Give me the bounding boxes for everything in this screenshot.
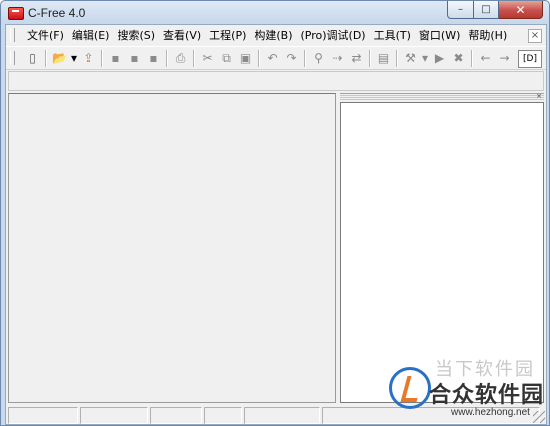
open-dropdown-icon[interactable]: ▾ bbox=[70, 50, 78, 67]
close-button[interactable]: ✕ bbox=[499, 1, 543, 19]
window-title: C-Free 4.0 bbox=[28, 6, 86, 20]
redo-icon[interactable]: ↷ bbox=[283, 50, 300, 67]
dock-toggle-button[interactable]: [D] bbox=[518, 50, 542, 68]
status-cell bbox=[150, 407, 202, 424]
toolbar: ▯ 📂 ▾ ⇪ ▪ ▪ ▪ ⎙ ✂ ⧉ ▣ ↶ ↷ ⚲ ⇢ ⇄ ▤ ⚒ ▾ ▶ … bbox=[6, 46, 546, 70]
toolbar-separator bbox=[396, 49, 398, 67]
editor-area[interactable] bbox=[8, 93, 336, 403]
back-arrow-icon[interactable]: ← bbox=[477, 50, 494, 67]
tab-strip bbox=[8, 71, 544, 91]
menu-file[interactable]: 文件(F) bbox=[23, 27, 68, 43]
size-grip[interactable] bbox=[533, 411, 545, 423]
menu-edit[interactable]: 编辑(E) bbox=[68, 27, 114, 43]
print-icon[interactable]: ⎙ bbox=[172, 50, 189, 67]
menu-project[interactable]: 工程(P) bbox=[205, 27, 250, 43]
window-controls: – □ ✕ bbox=[447, 1, 543, 19]
right-panel-close-icon[interactable]: × bbox=[536, 93, 542, 100]
save-as-icon[interactable]: ▪ bbox=[145, 50, 162, 67]
toolbar-separator bbox=[258, 49, 260, 67]
app-window: C-Free 4.0 – □ ✕ 文件(F) 编辑(E) 搜索(S) 查看(V)… bbox=[0, 0, 550, 426]
menu-window[interactable]: 窗口(W) bbox=[415, 27, 464, 43]
new-file-icon[interactable]: ▯ bbox=[24, 50, 41, 67]
minimize-button[interactable]: – bbox=[447, 1, 474, 19]
menu-tools[interactable]: 工具(T) bbox=[370, 27, 415, 43]
build-dropdown-icon[interactable]: ▾ bbox=[421, 50, 429, 67]
menu-build[interactable]: 构建(B) bbox=[250, 27, 296, 43]
paste-icon[interactable]: ▣ bbox=[237, 50, 254, 67]
right-panel[interactable] bbox=[340, 102, 544, 403]
find-next-icon[interactable]: ⇢ bbox=[329, 50, 346, 67]
menu-bar: 文件(F) 编辑(E) 搜索(S) 查看(V) 工程(P) 构建(B) (Pro… bbox=[6, 25, 546, 45]
menu-debug[interactable]: (Pro)调试(D) bbox=[297, 27, 370, 43]
open-project-icon[interactable]: ⇪ bbox=[80, 50, 97, 67]
menu-search[interactable]: 搜索(S) bbox=[113, 27, 159, 43]
menu-view[interactable]: 查看(V) bbox=[159, 27, 205, 43]
find-icon[interactable]: ⚲ bbox=[310, 50, 327, 67]
status-bar bbox=[6, 405, 546, 424]
mdi-close-icon[interactable]: × bbox=[528, 29, 542, 43]
maximize-button[interactable]: □ bbox=[474, 1, 499, 19]
menu-help[interactable]: 帮助(H) bbox=[464, 27, 511, 43]
undo-icon[interactable]: ↶ bbox=[264, 50, 281, 67]
status-cell bbox=[244, 407, 320, 424]
open-folder-icon[interactable]: 📂 bbox=[51, 50, 68, 67]
toolbar-grip[interactable] bbox=[10, 51, 15, 65]
toolbar-separator bbox=[193, 49, 195, 67]
status-cell bbox=[322, 407, 540, 424]
replace-icon[interactable]: ⇄ bbox=[348, 50, 365, 67]
save-icon[interactable]: ▪ bbox=[107, 50, 124, 67]
toolbar-separator bbox=[471, 49, 473, 67]
status-cell bbox=[80, 407, 148, 424]
title-bar[interactable]: C-Free 4.0 – □ ✕ bbox=[1, 1, 549, 25]
status-cell bbox=[8, 407, 78, 424]
app-icon bbox=[8, 7, 24, 20]
cut-icon[interactable]: ✂ bbox=[199, 50, 216, 67]
run-icon[interactable]: ▶ bbox=[431, 50, 448, 67]
toolbar-separator bbox=[45, 49, 47, 67]
toolbar-separator bbox=[166, 49, 168, 67]
bookmark-icon[interactable]: ▤ bbox=[375, 50, 392, 67]
toolbar-separator bbox=[101, 49, 103, 67]
toolbar-separator bbox=[369, 49, 371, 67]
build-icon[interactable]: ⚒ bbox=[402, 50, 419, 67]
menubar-grip[interactable] bbox=[10, 28, 15, 42]
status-cell bbox=[204, 407, 242, 424]
main-frame: 文件(F) 编辑(E) 搜索(S) 查看(V) 工程(P) 构建(B) (Pro… bbox=[5, 24, 547, 425]
copy-icon[interactable]: ⧉ bbox=[218, 50, 235, 67]
toolbar-separator bbox=[304, 49, 306, 67]
forward-arrow-icon[interactable]: → bbox=[496, 50, 513, 67]
save-all-icon[interactable]: ▪ bbox=[126, 50, 143, 67]
right-panel-header[interactable]: × bbox=[340, 93, 544, 101]
stop-icon[interactable]: ✖ bbox=[450, 50, 467, 67]
